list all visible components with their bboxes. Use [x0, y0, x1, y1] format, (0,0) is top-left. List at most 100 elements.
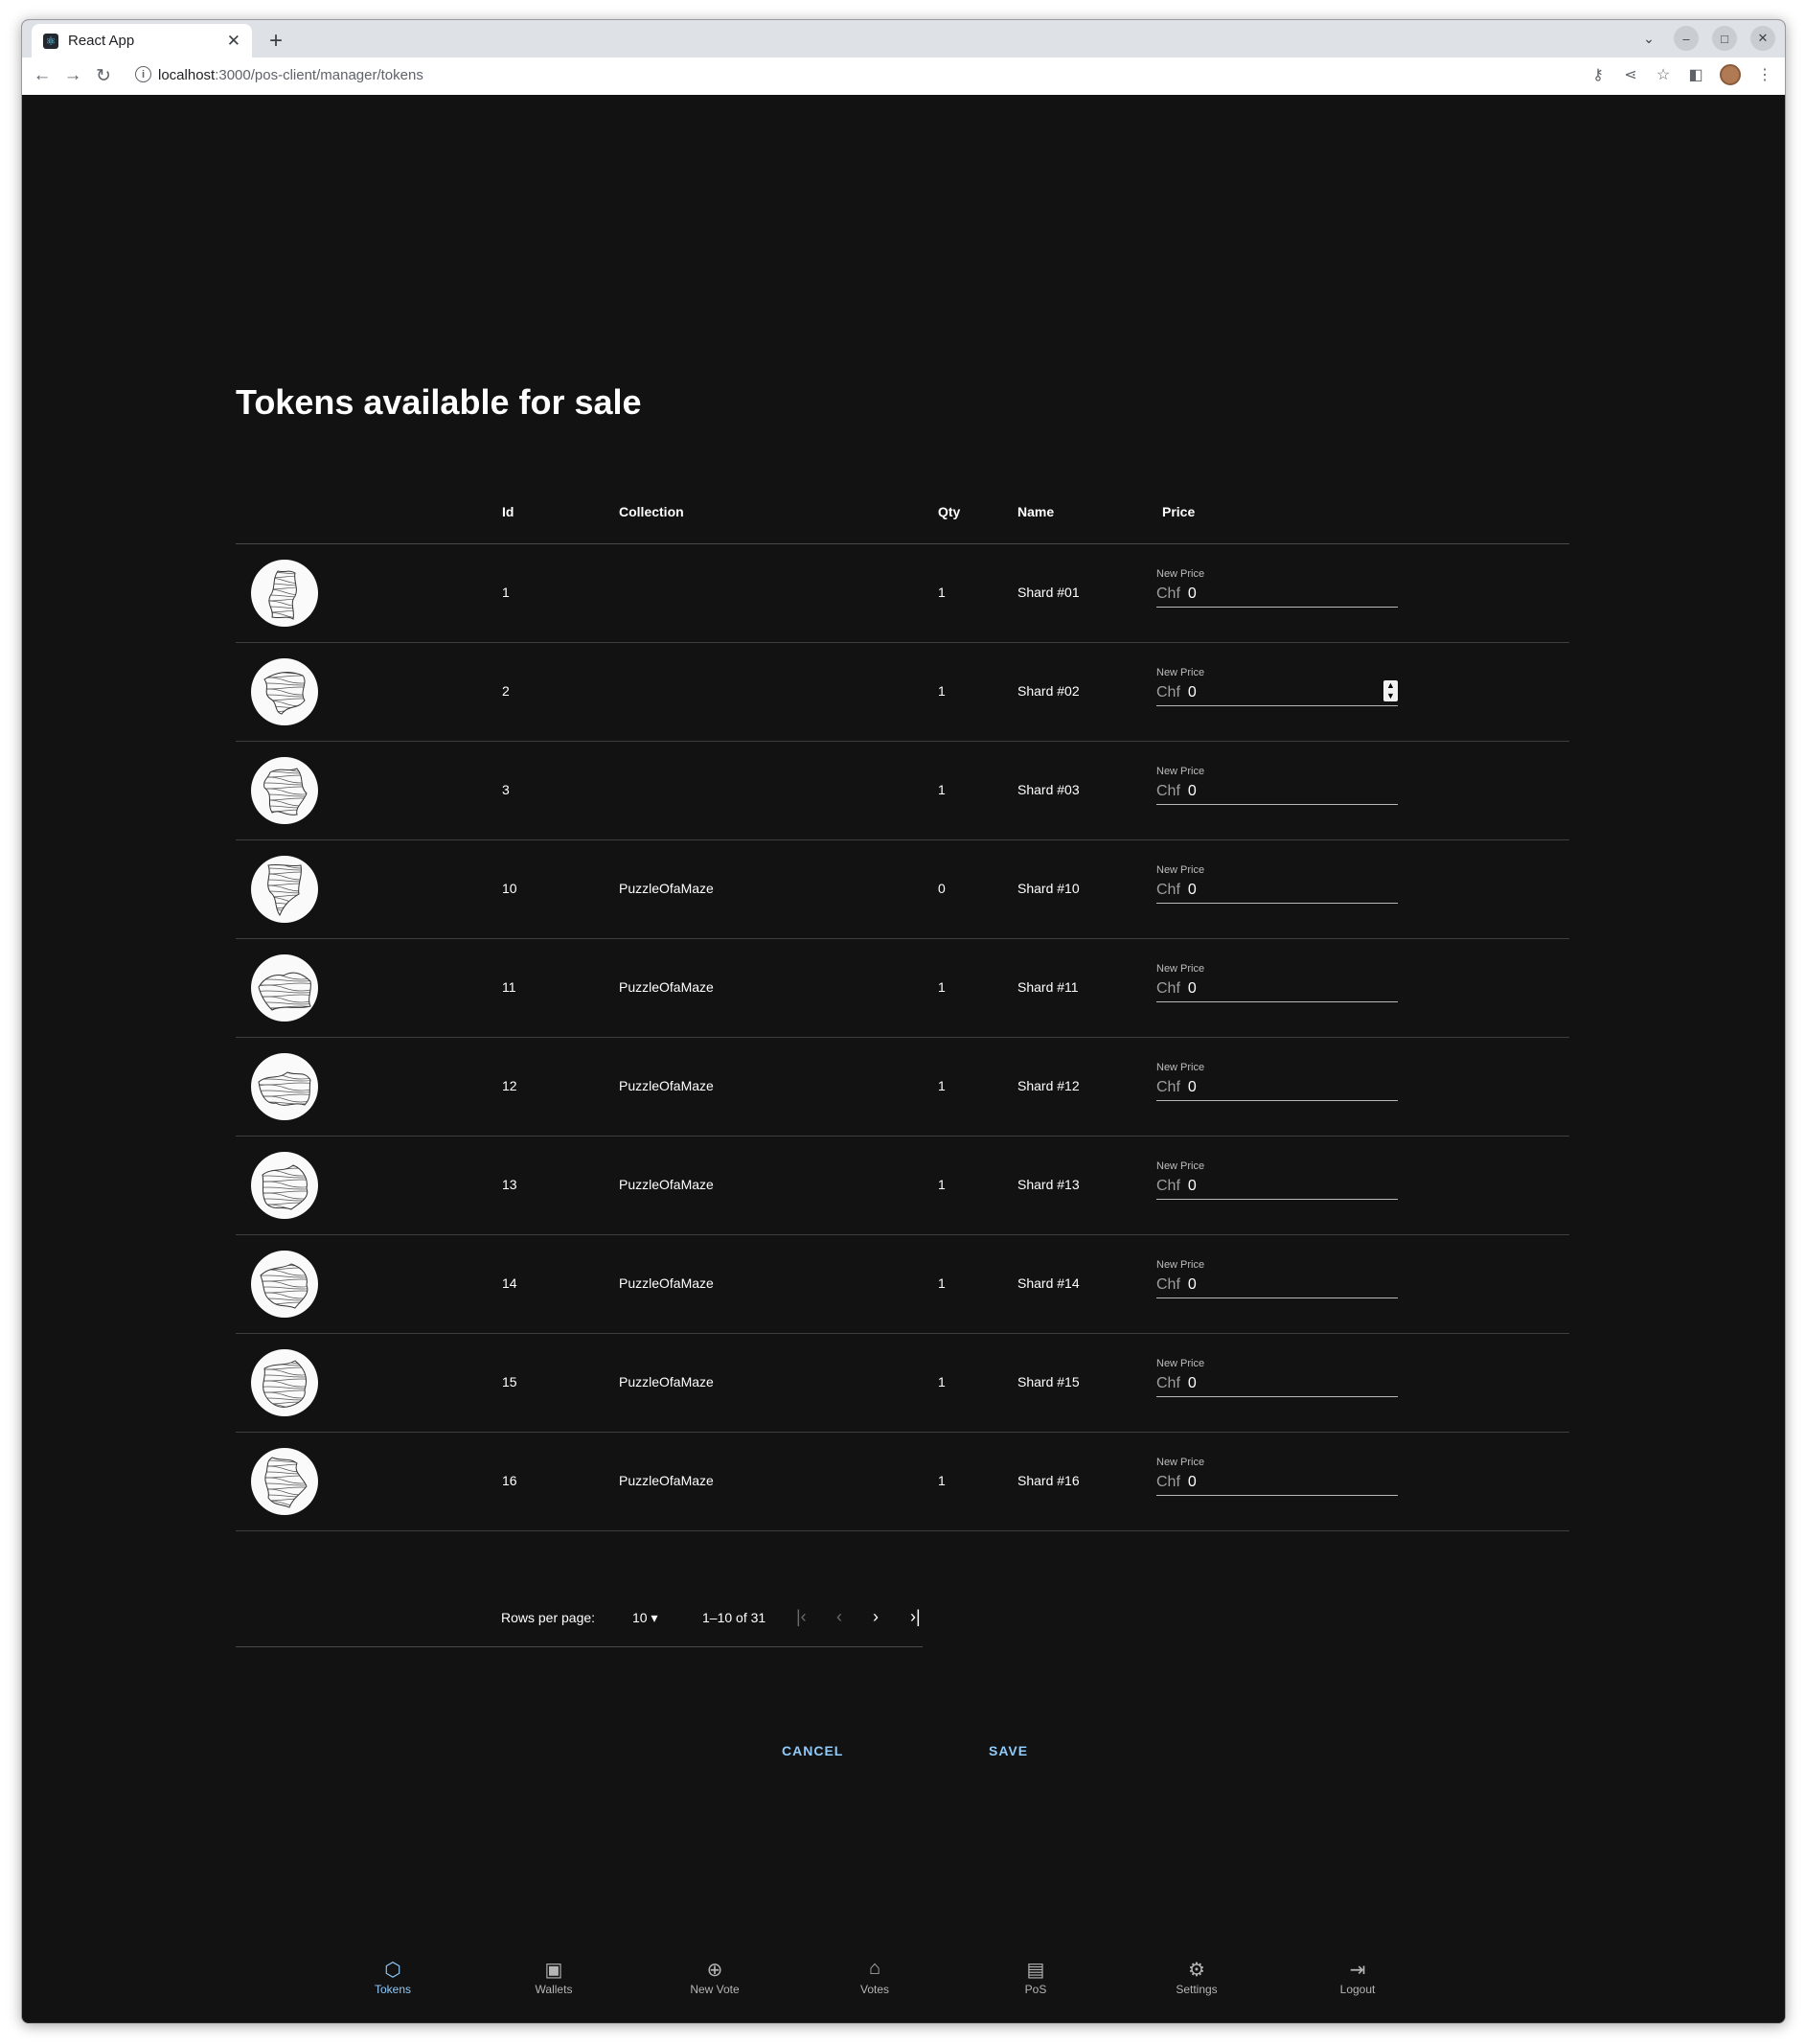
minimize-icon[interactable]: –	[1674, 26, 1699, 51]
nav-item-wallets[interactable]: ▣ Wallets	[506, 1958, 602, 1998]
price-field-label: New Price	[1156, 1259, 1205, 1271]
dropdown-arrow-icon: ▾	[651, 1610, 658, 1625]
cell-collection: PuzzleOfaMaze	[619, 1078, 714, 1093]
cell-name: Shard #10	[1017, 881, 1080, 896]
react-favicon-icon: ⚛	[43, 33, 58, 49]
last-page-icon[interactable]: ›|	[910, 1607, 921, 1627]
nav-item-logout[interactable]: ⇥ Logout	[1310, 1958, 1405, 1998]
token-thumbnail-image	[267, 863, 302, 917]
save-button[interactable]: SAVE	[989, 1743, 1028, 1758]
url-path: :3000/pos-client/manager/tokens	[215, 67, 423, 83]
url-host: localhost	[158, 67, 216, 83]
new-tab-icon[interactable]: +	[269, 28, 283, 55]
browser-toolbar: ← → ↻ i localhost:3000/pos-client/manage…	[22, 57, 1785, 96]
new-price-input[interactable]	[1187, 586, 1360, 603]
currency-prefix: Chf	[1156, 783, 1180, 799]
cell-name: Shard #02	[1017, 683, 1080, 699]
share-icon[interactable]: ⋖	[1622, 65, 1639, 84]
next-page-icon[interactable]: ›	[873, 1607, 879, 1627]
profile-avatar[interactable]	[1720, 64, 1741, 85]
browser-window: ⚛ React App ✕ + ⌄ – □ ✕ ← → ↻ i localhos…	[21, 19, 1786, 2024]
new-price-input[interactable]	[1187, 1276, 1360, 1294]
new-price-input[interactable]	[1187, 1474, 1360, 1491]
nav-item-settings[interactable]: ⚙ Settings	[1149, 1958, 1245, 1998]
tab-title: React App	[68, 33, 135, 49]
close-window-icon[interactable]: ✕	[1750, 26, 1775, 51]
currency-prefix: Chf	[1156, 1178, 1180, 1194]
gear-icon: ⚙	[1188, 1960, 1205, 1981]
browser-tab[interactable]: ⚛ React App ✕	[32, 24, 252, 57]
currency-prefix: Chf	[1156, 882, 1180, 898]
price-field: New Price Chf	[1156, 1062, 1398, 1101]
nav-item-label: Votes	[859, 1983, 890, 1996]
table-row: 1 1 Shard #01 New Price Chf	[236, 544, 1569, 643]
ballot-icon: ⌂	[868, 1958, 881, 1979]
nav-item-new-vote[interactable]: ⊕ New Vote	[667, 1958, 763, 1998]
reload-icon[interactable]: ↻	[91, 63, 116, 88]
cell-qty: 1	[938, 585, 946, 600]
cell-qty: 1	[938, 1374, 946, 1389]
currency-prefix: Chf	[1156, 684, 1180, 700]
cell-id: 16	[502, 1473, 517, 1488]
forward-arrow-icon[interactable]: →	[60, 63, 85, 88]
new-price-input[interactable]	[1187, 783, 1360, 800]
rows-per-page-select[interactable]: 10 ▾	[632, 1610, 658, 1626]
cell-collection: PuzzleOfaMaze	[619, 1374, 714, 1389]
table-row: 10 PuzzleOfaMaze 0 Shard #10 New Price C…	[236, 840, 1569, 939]
nav-item-votes[interactable]: ⌂ Votes	[827, 1958, 923, 1998]
new-price-input[interactable]	[1187, 1178, 1360, 1195]
rows-per-page-value: 10	[632, 1610, 648, 1625]
previous-page-icon[interactable]: ‹	[836, 1607, 842, 1627]
table-row: 12 PuzzleOfaMaze 1 Shard #12 New Price C…	[236, 1038, 1569, 1137]
cell-collection: PuzzleOfaMaze	[619, 881, 714, 896]
cell-name: Shard #12	[1017, 1078, 1080, 1093]
currency-prefix: Chf	[1156, 980, 1180, 997]
maximize-icon[interactable]: □	[1712, 26, 1737, 51]
cancel-button[interactable]: CANCEL	[782, 1743, 843, 1758]
new-price-input[interactable]	[1187, 1079, 1360, 1096]
token-thumbnail	[251, 954, 318, 1022]
nav-item-pos[interactable]: ▤ PoS	[988, 1958, 1084, 1998]
cell-qty: 1	[938, 1473, 946, 1488]
pagination-range: 1–10 of 31	[702, 1610, 766, 1625]
table-row: 2 1 Shard #02 New Price Chf ▲▼	[236, 643, 1569, 742]
column-header-collection: Collection	[619, 504, 684, 519]
price-field: New Price Chf	[1156, 864, 1398, 904]
nav-item-label: PoS	[1024, 1983, 1047, 1996]
tab-search-chevron-icon[interactable]: ⌄	[1637, 27, 1660, 50]
more-menu-icon[interactable]: ⋮	[1756, 65, 1773, 84]
first-page-icon[interactable]: |‹	[796, 1607, 807, 1627]
price-field: New Price Chf	[1156, 1259, 1398, 1298]
new-price-input[interactable]	[1187, 980, 1360, 998]
price-field: New Price Chf ▲▼	[1156, 667, 1398, 706]
new-price-input[interactable]	[1187, 1375, 1360, 1392]
table-pagination: Rows per page: 10 ▾ 1–10 of 31 |‹ ‹ › ›|	[236, 1596, 923, 1647]
price-field-label: New Price	[1156, 766, 1205, 777]
cell-qty: 1	[938, 1275, 946, 1291]
close-tab-icon[interactable]: ✕	[227, 32, 240, 51]
address-bar[interactable]: localhost:3000/pos-client/manager/tokens	[158, 67, 423, 83]
star-icon[interactable]: ☆	[1655, 65, 1672, 84]
cube-icon: ⬡	[384, 1960, 401, 1981]
cell-qty: 0	[938, 881, 946, 896]
key-icon[interactable]: ⚷	[1589, 65, 1607, 84]
new-price-input[interactable]	[1187, 882, 1360, 899]
rows-per-page-label: Rows per page:	[501, 1610, 596, 1625]
side-panel-icon[interactable]: ◧	[1687, 65, 1704, 84]
price-field: New Price Chf	[1156, 1160, 1398, 1200]
add-circle-icon: ⊕	[706, 1960, 723, 1981]
number-stepper-icon[interactable]: ▲ ▼	[1383, 680, 1398, 701]
currency-prefix: Chf	[1156, 1375, 1180, 1391]
price-field-label: New Price	[1156, 864, 1205, 876]
token-thumbnail-image	[258, 1071, 311, 1106]
site-info-icon[interactable]: i	[135, 66, 151, 82]
price-field-label: New Price	[1156, 568, 1205, 580]
new-price-input[interactable]	[1187, 684, 1360, 701]
cell-name: Shard #16	[1017, 1473, 1080, 1488]
nav-item-tokens[interactable]: ⬡ Tokens	[345, 1958, 441, 1998]
back-arrow-icon[interactable]: ←	[30, 63, 55, 88]
bottom-navigation: ⬡ Tokens ▣ Wallets ⊕ New Vote ⌂ Votes ▤ PoS ⚙ Setti…	[22, 1946, 1785, 2023]
price-field-label: New Price	[1156, 1358, 1205, 1369]
cell-collection: PuzzleOfaMaze	[619, 1177, 714, 1192]
table-row: 13 PuzzleOfaMaze 1 Shard #13 New Price C…	[236, 1137, 1569, 1235]
